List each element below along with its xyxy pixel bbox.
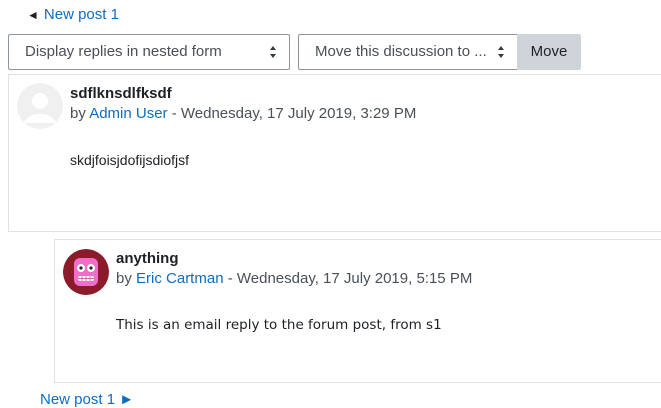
display-mode-select[interactable]: Display replies in nested form bbox=[8, 34, 290, 70]
post-date: Wednesday, 17 July 2019, 3:29 PM bbox=[180, 105, 417, 122]
byline-separator: - bbox=[167, 105, 181, 122]
post-subject: anything bbox=[116, 250, 179, 267]
byline-separator: - bbox=[223, 270, 237, 287]
author-link[interactable]: Eric Cartman bbox=[136, 270, 224, 287]
previous-discussion-link[interactable]: ◄ New post 1 bbox=[27, 6, 119, 23]
post-message: skdjfoisjdofijsdiofjsf bbox=[70, 152, 190, 168]
left-arrow-icon: ◄ bbox=[27, 8, 39, 22]
previous-discussion-label: New post 1 bbox=[43, 6, 119, 23]
post-byline: by Eric Cartman - Wednesday, 17 July 201… bbox=[116, 270, 472, 287]
post-date: Wednesday, 17 July 2019, 5:15 PM bbox=[236, 270, 473, 287]
select-caret-icon bbox=[498, 46, 504, 58]
select-caret-icon bbox=[270, 46, 276, 58]
author-link[interactable]: Admin User bbox=[89, 105, 167, 122]
default-user-avatar-icon[interactable] bbox=[17, 83, 63, 129]
move-discussion-value: Move this discussion to ... bbox=[315, 43, 487, 60]
move-discussion-select[interactable]: Move this discussion to ... bbox=[298, 34, 518, 70]
next-discussion-link[interactable]: New post 1 ► bbox=[40, 391, 134, 408]
post-byline: by Admin User - Wednesday, 17 July 2019,… bbox=[70, 105, 416, 122]
forum-post-reply: anything by Eric Cartman - Wednesday, 17… bbox=[54, 239, 661, 383]
display-mode-value: Display replies in nested form bbox=[25, 43, 222, 60]
move-button[interactable]: Move bbox=[517, 34, 581, 70]
pink-monster-avatar-icon[interactable] bbox=[63, 249, 109, 295]
post-subject: sdflknsdlfksdf bbox=[70, 85, 172, 102]
by-label: by bbox=[116, 270, 132, 287]
forum-post: sdflknsdlfksdf by Admin User - Wednesday… bbox=[8, 74, 661, 232]
by-label: by bbox=[70, 105, 86, 122]
post-message: This is an email reply to the forum post… bbox=[116, 317, 442, 333]
